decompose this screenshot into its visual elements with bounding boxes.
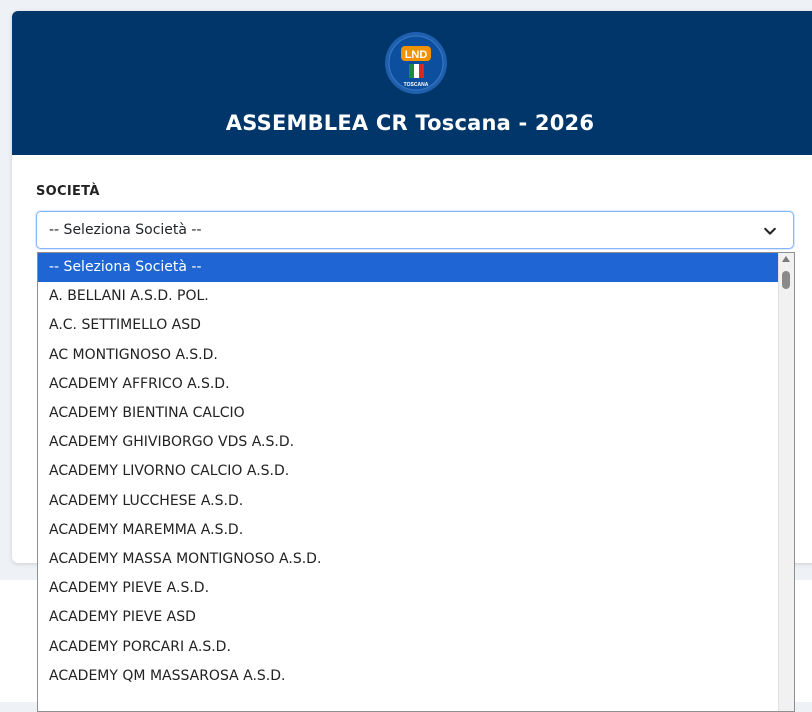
dropdown-option-selected[interactable]: -- Seleziona Società -- xyxy=(38,253,779,282)
societa-select-value: -- Seleziona Società -- xyxy=(49,222,202,238)
dropdown-option[interactable]: ACADEMY PIEVE ASD xyxy=(38,603,779,632)
dropdown-option[interactable]: ACADEMY PIEVE A.S.D. xyxy=(38,574,779,603)
dropdown-option[interactable]: ACADEMY LIVORNO CALCIO A.S.D. xyxy=(38,457,779,486)
societa-select[interactable]: -- Seleziona Società -- xyxy=(36,211,794,249)
dropdown-option[interactable]: ACADEMY PORCARI A.S.D. xyxy=(38,633,779,662)
societa-label: SOCIETÀ xyxy=(36,184,100,199)
scroll-up-arrow-icon[interactable] xyxy=(782,256,790,262)
dropdown-option[interactable]: ACADEMY QM MASSAROSA A.S.D. xyxy=(38,662,779,691)
header-banner: LND TOSCANA ASSEMBLEA CR Toscana - 2026 xyxy=(12,11,812,155)
dropdown-option[interactable]: AC MONTIGNOSO A.S.D. xyxy=(38,341,779,370)
dropdown-scrollbar[interactable] xyxy=(778,253,794,711)
logo-subtext: TOSCANA xyxy=(404,82,429,88)
page-title: ASSEMBLEA CR Toscana - 2026 xyxy=(225,111,595,135)
scroll-thumb[interactable] xyxy=(782,271,790,289)
dropdown-option[interactable]: A. BELLANI A.S.D. POL. xyxy=(38,282,779,311)
logo-text: LND xyxy=(405,49,428,61)
chevron-down-icon xyxy=(764,227,776,235)
dropdown-option[interactable]: ACADEMY MASSA MONTIGNOSO A.S.D. xyxy=(38,545,779,574)
lnd-toscana-logo: LND TOSCANA xyxy=(385,32,447,94)
dropdown-option[interactable]: A.C. SETTIMELLO ASD xyxy=(38,311,779,340)
dropdown-option[interactable]: ACADEMY LUCCHESE A.S.D. xyxy=(38,487,779,516)
dropdown-option[interactable]: ACADEMY GHIVIBORGO VDS A.S.D. xyxy=(38,428,779,457)
page-title-wrap: ASSEMBLEA CR Toscana - 2026 xyxy=(12,111,804,135)
societa-dropdown-list[interactable]: -- Seleziona Società -- A. BELLANI A.S.D.… xyxy=(37,252,795,712)
dropdown-option[interactable]: ACADEMY MAREMMA A.S.D. xyxy=(38,516,779,545)
dropdown-option[interactable]: ACADEMY AFFRICO A.S.D. xyxy=(38,370,779,399)
dropdown-option[interactable]: ACADEMY BIENTINA CALCIO xyxy=(38,399,779,428)
